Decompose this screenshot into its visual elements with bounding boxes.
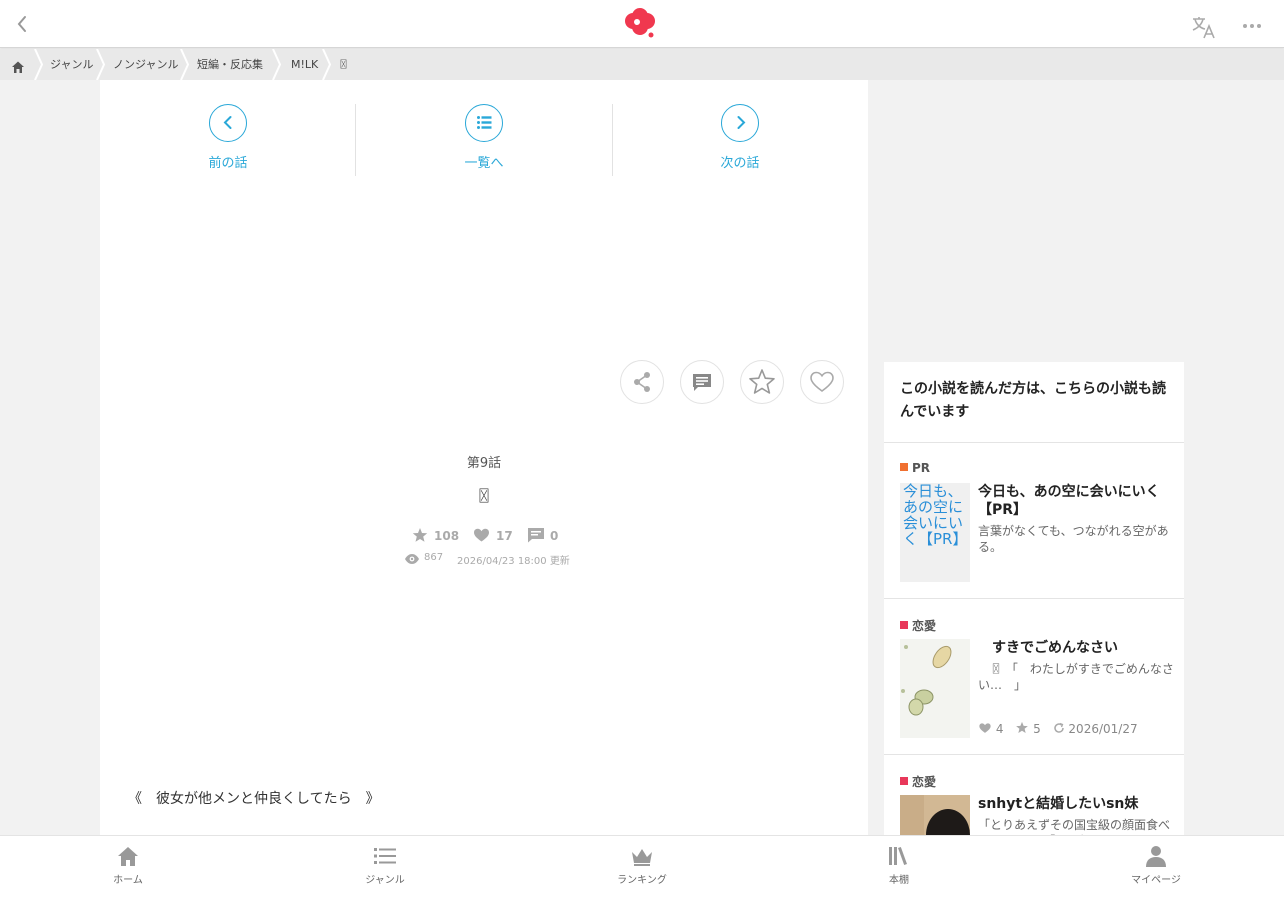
person-icon <box>1144 844 1168 868</box>
divider <box>612 104 613 176</box>
tab-mypage[interactable]: マイページ <box>1086 836 1226 900</box>
recommendation-card[interactable]: 恋愛 すきでごめんなさい 〿 「 わたしがすきでごめんなさい… 」 4 5 20… <box>884 599 1184 755</box>
home-icon <box>116 844 140 868</box>
star-icon <box>412 526 428 546</box>
divider <box>355 104 356 176</box>
list-icon <box>465 104 503 142</box>
recommendations-panel: この小説を読んだ方は、こちらの小説も読んでいます PR 今日も、あの空に会いにい… <box>884 362 1184 836</box>
episode-navigation: 前の話 一覧へ 次の話 <box>100 104 868 176</box>
chevron-right-icon <box>721 104 759 142</box>
crown-icon <box>630 844 654 868</box>
breadcrumb-item-nongenre[interactable]: ノンジャンル <box>113 49 178 80</box>
breadcrumb-separator <box>322 48 332 81</box>
heart-icon <box>978 722 992 736</box>
card-description: 「とりあえずその国宝級の顔面食べてもいい？」「よし帰っ <box>978 818 1171 836</box>
recommendation-card[interactable]: 恋愛 snhytと結婚したいsn妹 「とりあえずその国宝級の顔面食べてもいい？」… <box>884 755 1184 836</box>
card-stats: 4 5 2026/01/27 <box>978 721 1138 737</box>
list-icon <box>373 844 397 868</box>
recommendation-card[interactable]: PR 今日も、あの空に会いにいく【PR】 今日も、あの空に会いにいく【PR】 言… <box>884 443 1184 599</box>
episode-title: 〿 <box>475 487 493 507</box>
card-description: 言葉がなくても、つながれる空がある。 <box>978 524 1169 554</box>
episode-stats: 108 17 0 <box>100 526 868 546</box>
episode-list-label: 一覧へ <box>464 156 504 171</box>
episode-meta: 867 2026/04/23 18:00 更新 <box>100 552 868 568</box>
breadcrumb-item-current: 〿 <box>338 58 349 71</box>
tab-label: ランキング <box>617 875 667 886</box>
genre-tag: 恋愛 <box>900 617 936 633</box>
breadcrumb-item-work[interactable]: M!LK <box>291 49 318 80</box>
cover-thumbnail <box>900 795 970 836</box>
prev-episode-button[interactable]: 前の話 <box>100 104 356 176</box>
prev-episode-label: 前の話 <box>208 156 248 171</box>
tab-label: ジャンル <box>365 875 405 886</box>
comment-count: 0 <box>550 529 559 543</box>
next-episode-button[interactable]: 次の話 <box>612 104 868 176</box>
tab-ranking[interactable]: ランキング <box>572 836 712 900</box>
recommendations-heading: この小説を読んだ方は、こちらの小説も読んでいます <box>900 381 1166 420</box>
next-episode-label: 次の話 <box>720 156 760 171</box>
star-icon[interactable] <box>740 360 784 404</box>
cover-thumbnail <box>900 639 970 738</box>
translate-icon[interactable] <box>1190 14 1218 40</box>
update-date: 2026/01/27 <box>1068 722 1138 736</box>
action-buttons <box>620 360 860 406</box>
update-icon <box>1053 722 1065 736</box>
share-icon[interactable] <box>620 360 664 404</box>
app-logo[interactable] <box>620 6 660 42</box>
view-count: 867 <box>424 552 444 563</box>
tab-genre[interactable]: ジャンル <box>315 836 455 900</box>
star-count: 108 <box>434 529 460 543</box>
heart-icon <box>473 526 490 546</box>
genre-tag: PR <box>900 461 930 475</box>
episode-list-button[interactable]: 一覧へ <box>356 104 612 176</box>
tab-label: マイページ <box>1131 875 1181 886</box>
foreword-text: 《 彼女が他メンと仲良くしてたら 》 <box>128 791 380 807</box>
breadcrumb-separator <box>96 48 106 81</box>
like-count: 4 <box>995 722 1004 736</box>
card-title: snhytと結婚したいsn妹 <box>978 796 1139 812</box>
breadcrumb-separator <box>34 48 44 81</box>
card-description: 〿 「 わたしがすきでごめんなさい… 」 <box>978 662 1174 692</box>
eye-icon <box>404 553 420 568</box>
chevron-left-icon <box>209 104 247 142</box>
heart-icon[interactable] <box>800 360 844 404</box>
breadcrumb-item-genre[interactable]: ジャンル <box>50 49 93 80</box>
breadcrumb-separator <box>272 48 282 81</box>
star-icon <box>1015 721 1029 736</box>
top-bar <box>0 0 1284 48</box>
home-icon[interactable] <box>10 56 26 73</box>
breadcrumb-item-category[interactable]: 短編・反応集 <box>197 49 263 80</box>
thumbnail-alt-text: 今日も、あの空に会いにいく【PR】 <box>903 483 968 548</box>
like-count: 17 <box>496 529 513 543</box>
comment-icon[interactable] <box>680 360 724 404</box>
bookshelf-icon <box>887 844 911 868</box>
comment-icon <box>527 526 545 546</box>
genre-tag: 恋愛 <box>900 773 936 789</box>
main-content: 前の話 一覧へ 次の話 第9話 〿 108 17 0 867 2026/04/2… <box>100 80 868 836</box>
breadcrumb-separator <box>180 48 190 81</box>
tab-label: 本棚 <box>889 875 909 886</box>
tab-bookshelf[interactable]: 本棚 <box>829 836 969 900</box>
card-title: すきでごめんなさい <box>978 640 1118 656</box>
cover-thumbnail: 今日も、あの空に会いにいく【PR】 <box>900 483 970 582</box>
more-dots-icon[interactable] <box>1240 16 1264 34</box>
breadcrumb: ジャンル ノンジャンル 短編・反応集 M!LK 〿 <box>0 48 1284 81</box>
bottom-navigation: ホーム ジャンル ランキング 本棚 マイページ <box>0 835 1284 900</box>
chevron-left-icon[interactable] <box>12 12 34 36</box>
tab-label: ホーム <box>113 875 143 886</box>
star-count: 5 <box>1033 722 1041 736</box>
card-title: 今日も、あの空に会いにいく【PR】 <box>978 484 1160 518</box>
episode-number: 第9話 <box>466 456 502 471</box>
tab-home[interactable]: ホーム <box>58 836 198 900</box>
updated-date: 2026/04/23 18:00 更新 <box>457 556 570 567</box>
